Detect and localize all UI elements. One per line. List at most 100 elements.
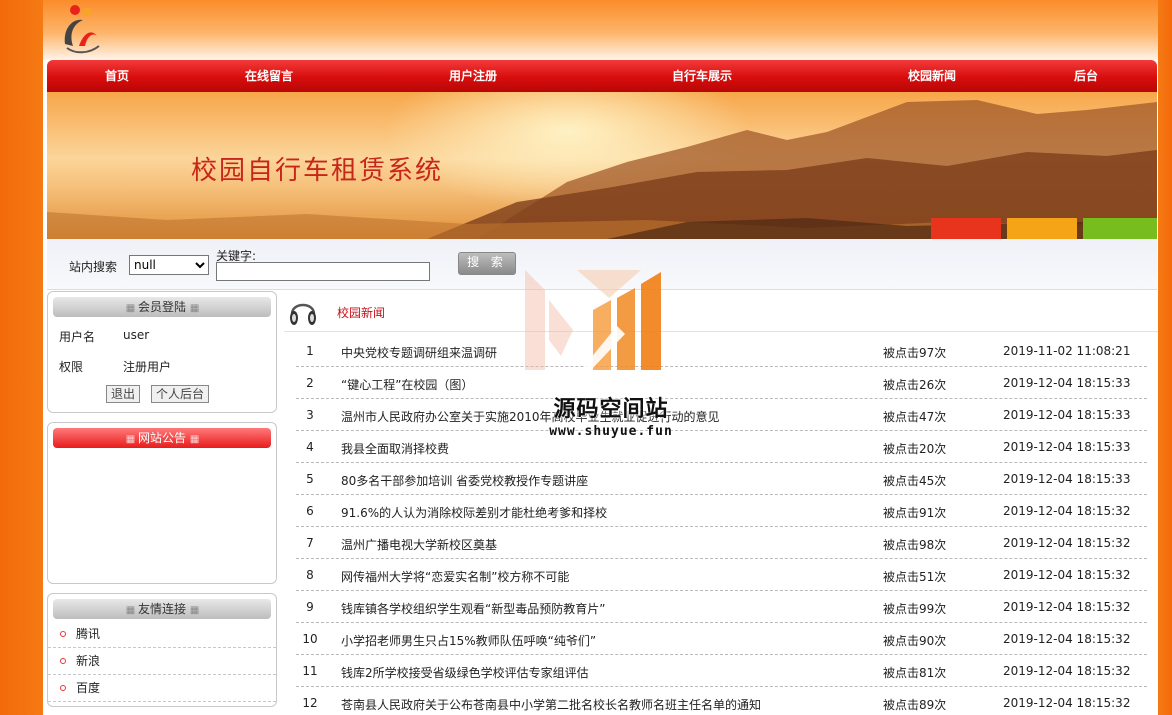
click-count: 被点击98次	[883, 538, 947, 552]
row-index: 11	[302, 664, 318, 678]
news-date: 2019-12-04 18:15:33	[1003, 376, 1131, 390]
keyword-input[interactable]	[216, 262, 430, 281]
news-row: 3 温州市人民政府办公室关于实施2010年高校毕业生就业促进行动的意见 被点击4…	[296, 399, 1147, 431]
nav-news[interactable]: 校园新闻	[908, 60, 956, 92]
friend-link[interactable]: 百度	[48, 675, 276, 702]
row-index: 7	[306, 536, 314, 550]
row-index: 1	[306, 344, 314, 358]
nav-register[interactable]: 用户注册	[449, 60, 497, 92]
news-title-link[interactable]: 91.6%的人认为消除校际差别才能杜绝考爹和择校	[341, 504, 607, 521]
search-category-select[interactable]: null	[129, 255, 209, 275]
row-index: 4	[306, 440, 314, 454]
banner: 校园自行车租赁系统	[47, 92, 1157, 239]
news-row: 9 钱库镇各学校组织学生观看“新型毒品预防教育片” 被点击99次 2019-12…	[296, 591, 1147, 623]
row-index: 12	[302, 696, 318, 710]
news-date: 2019-12-04 18:15:32	[1003, 696, 1131, 710]
row-index: 8	[306, 568, 314, 582]
personal-backend-button[interactable]: 个人后台	[151, 385, 210, 403]
news-title-link[interactable]: 网传福州大学将“恋爱实名制”校方称不可能	[341, 568, 569, 585]
news-date: 2019-12-04 18:15:33	[1003, 440, 1131, 454]
username-label: 用户名	[59, 330, 96, 344]
news-section-title[interactable]: 校园新闻	[337, 304, 385, 321]
header	[43, 0, 1158, 60]
panel-title: ▦ 友情连接 ▦	[53, 599, 271, 619]
click-count: 被点击97次	[883, 346, 947, 360]
news-title-link[interactable]: 我县全面取消择校费	[341, 440, 449, 457]
click-count: 被点击51次	[883, 570, 947, 584]
role-label: 权限	[59, 360, 84, 374]
friend-link-label[interactable]: 新浪	[76, 648, 100, 674]
nav-bikes[interactable]: 自行车展示	[672, 60, 732, 92]
search-label: 站内搜索	[69, 260, 118, 274]
row-index: 2	[306, 376, 314, 390]
news-title-link[interactable]: 钱库2所学校接受省级绿色学校评估专家组评估	[341, 664, 589, 681]
news-title-link[interactable]: 80多名干部参加培训 省委党校教授作专题讲座	[341, 472, 588, 489]
news-title-link[interactable]: 小学招老师男生只占15%教师队伍呼唤“纯爷们”	[341, 632, 596, 649]
role-value: 注册用户	[123, 360, 172, 374]
news-row: 11 钱库2所学校接受省级绿色学校评估专家组评估 被点击81次 2019-12-…	[296, 655, 1147, 687]
news-row: 10 小学招老师男生只占15%教师队伍呼唤“纯爷们” 被点击90次 2019-1…	[296, 623, 1147, 655]
news-title-link[interactable]: 温州市人民政府办公室关于实施2010年高校毕业生就业促进行动的意见	[341, 408, 720, 425]
news-date: 2019-12-04 18:15:32	[1003, 568, 1131, 582]
news-title-link[interactable]: 中央党校专题调研组来温调研	[341, 344, 497, 361]
friend-link-label[interactable]: 百度	[76, 675, 100, 701]
search-button[interactable]: 搜 索	[458, 252, 516, 275]
news-row: 1 中央党校专题调研组来温调研 被点击97次 2019-11-02 11:08:…	[296, 335, 1147, 367]
headphone-icon	[290, 303, 316, 325]
click-count: 被点击89次	[883, 698, 947, 712]
friend-link[interactable]: 新浪	[48, 648, 276, 675]
news-row: 7 温州广播电视大学新校区奠基 被点击98次 2019-12-04 18:15:…	[296, 527, 1147, 559]
news-title-link[interactable]: 苍南县人民政府关于公布苍南县中小学第二批名校长名教师名班主任名单的通知	[341, 696, 761, 713]
nav-home[interactable]: 首页	[105, 60, 129, 92]
page: 首页 在线留言 用户注册 自行车展示 校园新闻 后台 校园自行车租赁系统 站内搜…	[43, 0, 1158, 715]
click-count: 被点击91次	[883, 506, 947, 520]
news-row: 12 苍南县人民政府关于公布苍南县中小学第二批名校长名教师名班主任名单的通知 被…	[296, 687, 1147, 715]
friend-links-panel: ▦ 友情连接 ▦ 腾讯 新浪 百度	[47, 593, 277, 707]
click-count: 被点击45次	[883, 474, 947, 488]
news-date: 2019-12-04 18:15:32	[1003, 664, 1131, 678]
click-count: 被点击26次	[883, 378, 947, 392]
news-row: 4 我县全面取消择校费 被点击20次 2019-12-04 18:15:33	[296, 431, 1147, 463]
friend-link[interactable]: 腾讯	[48, 621, 276, 648]
panel-title: ▦ 网站公告 ▦	[53, 428, 271, 448]
news-title-link[interactable]: 温州广播电视大学新校区奠基	[341, 536, 497, 553]
news-date: 2019-12-04 18:15:32	[1003, 632, 1131, 646]
click-count: 被点击47次	[883, 410, 947, 424]
notice-panel: ▦ 网站公告 ▦	[47, 422, 277, 584]
links-panel-title: 友情连接	[137, 602, 186, 616]
dots-icon: ▦	[125, 605, 136, 616]
dots-icon: ▦	[125, 434, 136, 445]
news-row: 5 80多名干部参加培训 省委党校教授作专题讲座 被点击45次 2019-12-…	[296, 463, 1147, 495]
dots-icon: ▦	[189, 605, 200, 616]
main-nav: 首页 在线留言 用户注册 自行车展示 校园新闻 后台	[47, 60, 1157, 92]
news-row: 6 91.6%的人认为消除校际差别才能杜绝考爹和择校 被点击91次 2019-1…	[296, 495, 1147, 527]
site-logo	[64, 5, 100, 54]
news-row: 8 网传福州大学将“恋爱实名制”校方称不可能 被点击51次 2019-12-04…	[296, 559, 1147, 591]
friend-link-label[interactable]: 腾讯	[76, 621, 100, 647]
click-count: 被点击20次	[883, 442, 947, 456]
panel-title: ▦ 会员登陆 ▦	[53, 297, 271, 317]
bullet-icon	[60, 658, 66, 664]
bullet-icon	[60, 685, 66, 691]
news-title-link[interactable]: “键心工程”在校园（图）	[341, 376, 473, 393]
nav-admin[interactable]: 后台	[1074, 60, 1098, 92]
news-date: 2019-12-04 18:15:33	[1003, 408, 1131, 422]
nav-message[interactable]: 在线留言	[245, 60, 293, 92]
username-value: user	[123, 328, 150, 342]
row-index: 10	[302, 632, 318, 646]
dots-icon: ▦	[125, 303, 136, 314]
row-index: 6	[306, 504, 314, 518]
news-date: 2019-12-04 18:15:32	[1003, 600, 1131, 614]
news-row: 2 “键心工程”在校园（图） 被点击26次 2019-12-04 18:15:3…	[296, 367, 1147, 399]
news-title-link[interactable]: 钱库镇各学校组织学生观看“新型毒品预防教育片”	[341, 600, 605, 617]
row-index: 9	[306, 600, 314, 614]
news-date: 2019-12-04 18:15:32	[1003, 504, 1131, 518]
row-index: 3	[306, 408, 314, 422]
click-count: 被点击90次	[883, 634, 947, 648]
click-count: 被点击99次	[883, 602, 947, 616]
dots-icon: ▦	[189, 303, 200, 314]
news-header: 校园新闻	[284, 291, 1158, 332]
member-login-panel: ▦ 会员登陆 ▦ 用户名 user 权限 注册用户 退出 个人后台	[47, 291, 277, 413]
logout-button[interactable]: 退出	[106, 385, 141, 403]
banner-title: 校园自行车租赁系统	[191, 156, 444, 186]
